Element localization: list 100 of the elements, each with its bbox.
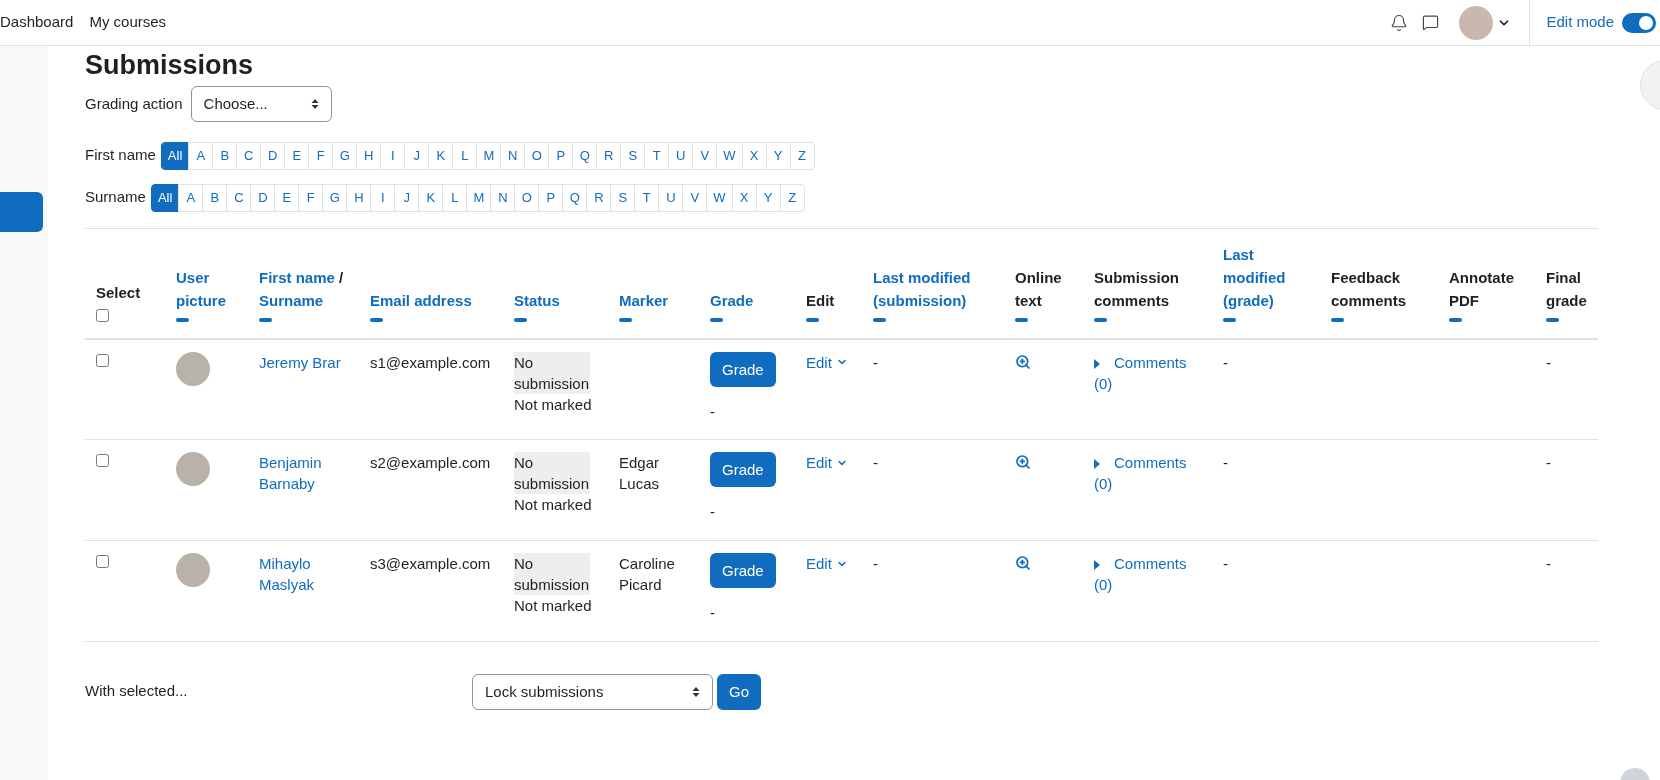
zoom-in-icon[interactable] xyxy=(1015,454,1031,470)
collapse-icon[interactable] xyxy=(1015,317,1028,322)
letter-filter[interactable]: C xyxy=(236,142,262,170)
comments-link[interactable]: Comments (0) xyxy=(1094,452,1201,494)
letter-filter[interactable]: E xyxy=(284,142,310,170)
grade-button[interactable]: Grade xyxy=(710,351,776,387)
letter-filter[interactable]: All xyxy=(150,184,180,212)
column-header[interactable]: Marker xyxy=(619,288,688,312)
column-header[interactable]: Grade xyxy=(710,288,784,312)
student-name-link[interactable]: Mihaylo Maslyak xyxy=(259,553,348,595)
messages-icon[interactable] xyxy=(1422,14,1440,31)
letter-filter[interactable]: R xyxy=(596,142,622,170)
student-name-link[interactable]: Benjamin Barnaby xyxy=(259,452,348,494)
letter-filter[interactable]: M xyxy=(476,142,502,170)
letter-filter[interactable]: W xyxy=(716,142,743,170)
row-checkbox[interactable] xyxy=(96,454,109,467)
collapse-icon[interactable] xyxy=(259,317,272,322)
letter-filter[interactable]: L xyxy=(452,142,478,170)
column-header[interactable]: First name xyxy=(259,268,335,286)
notifications-icon[interactable] xyxy=(1390,13,1409,32)
letter-filter[interactable]: Z xyxy=(779,184,805,212)
collapse-icon[interactable] xyxy=(710,317,723,322)
letter-filter[interactable]: H xyxy=(346,184,372,212)
letter-filter[interactable]: H xyxy=(356,142,382,170)
letter-filter[interactable]: T xyxy=(644,142,670,170)
comments-link[interactable]: Comments (0) xyxy=(1094,553,1201,595)
letter-filter[interactable]: Q xyxy=(562,184,588,212)
letter-filter[interactable]: L xyxy=(442,184,468,212)
letter-filter[interactable]: U xyxy=(658,184,684,212)
edit-menu-link[interactable]: Edit xyxy=(806,351,848,373)
letter-filter[interactable]: Y xyxy=(765,142,791,170)
letter-filter[interactable]: X xyxy=(731,184,757,212)
collapse-icon[interactable] xyxy=(1331,317,1344,322)
column-header[interactable]: Status xyxy=(514,288,597,312)
column-header[interactable]: User picture xyxy=(176,265,237,312)
bulk-action-select[interactable]: Lock submissions xyxy=(472,674,713,710)
nav-link[interactable]: Dashboard xyxy=(0,11,74,34)
letter-filter[interactable]: B xyxy=(212,142,238,170)
letter-filter[interactable]: N xyxy=(490,184,516,212)
comments-link[interactable]: Comments (0) xyxy=(1094,351,1201,394)
column-header[interactable]: Surname xyxy=(259,291,324,309)
edit-menu-link[interactable]: Edit xyxy=(806,452,848,473)
letter-filter[interactable]: E xyxy=(274,184,300,212)
letter-filter[interactable]: G xyxy=(332,142,358,170)
column-header[interactable]: Last modified (submission) xyxy=(873,265,993,312)
row-checkbox[interactable] xyxy=(96,353,109,367)
collapse-icon[interactable] xyxy=(1546,317,1559,322)
letter-filter[interactable]: O xyxy=(524,142,550,170)
letter-filter[interactable]: I xyxy=(370,184,396,212)
letter-filter[interactable]: J xyxy=(394,184,420,212)
row-checkbox[interactable] xyxy=(96,555,109,568)
letter-filter[interactable]: W xyxy=(706,184,733,212)
letter-filter[interactable]: P xyxy=(548,142,574,170)
letter-filter[interactable]: Y xyxy=(755,184,781,212)
collapse-icon[interactable] xyxy=(1094,317,1107,322)
collapse-icon[interactable] xyxy=(806,317,819,322)
letter-filter[interactable]: N xyxy=(500,142,526,170)
edit-mode-switch[interactable] xyxy=(1622,12,1656,33)
letter-filter[interactable]: D xyxy=(250,184,276,212)
column-header[interactable]: Email address xyxy=(370,288,492,312)
letter-filter[interactable]: A xyxy=(178,184,204,212)
letter-filter[interactable]: V xyxy=(682,184,708,212)
letter-filter[interactable]: B xyxy=(202,184,228,212)
grading-action-select[interactable]: Choose... xyxy=(190,86,332,122)
letter-filter[interactable]: V xyxy=(692,142,718,170)
letter-filter[interactable]: J xyxy=(404,142,430,170)
letter-filter[interactable]: S xyxy=(610,184,636,212)
letter-filter[interactable]: K xyxy=(428,142,454,170)
collapse-icon[interactable] xyxy=(1223,317,1236,322)
letter-filter[interactable]: G xyxy=(322,184,348,212)
collapse-icon[interactable] xyxy=(370,317,383,322)
collapse-icon[interactable] xyxy=(873,317,886,322)
collapse-icon[interactable] xyxy=(514,317,527,322)
collapse-icon[interactable] xyxy=(619,317,632,322)
letter-filter[interactable]: R xyxy=(586,184,612,212)
zoom-in-icon[interactable] xyxy=(1015,353,1031,370)
letter-filter[interactable]: X xyxy=(741,142,767,170)
letter-filter[interactable]: C xyxy=(226,184,252,212)
column-header[interactable]: Last modified (grade) xyxy=(1223,242,1309,312)
letter-filter[interactable]: F xyxy=(298,184,324,212)
collapse-icon[interactable] xyxy=(176,317,189,322)
letter-filter[interactable]: F xyxy=(308,142,334,170)
letter-filter[interactable]: T xyxy=(634,184,660,212)
letter-filter[interactable]: M xyxy=(466,184,492,212)
edit-menu-link[interactable]: Edit xyxy=(806,553,848,574)
letter-filter[interactable]: D xyxy=(260,142,286,170)
letter-filter[interactable]: A xyxy=(188,142,214,170)
letter-filter[interactable]: Z xyxy=(789,142,815,170)
collapse-icon[interactable] xyxy=(1449,317,1462,322)
letter-filter[interactable]: O xyxy=(514,184,540,212)
letter-filter[interactable]: K xyxy=(418,184,444,212)
zoom-in-icon[interactable] xyxy=(1015,555,1031,571)
grade-button[interactable]: Grade xyxy=(710,452,776,487)
select-all-checkbox[interactable] xyxy=(96,308,109,322)
nav-link[interactable]: My courses xyxy=(89,11,167,34)
letter-filter[interactable]: Q xyxy=(572,142,598,170)
grade-button[interactable]: Grade xyxy=(710,553,776,588)
letter-filter[interactable]: All xyxy=(160,142,190,170)
student-name-link[interactable]: Jeremy Brar xyxy=(259,351,348,373)
letter-filter[interactable]: S xyxy=(620,142,646,170)
